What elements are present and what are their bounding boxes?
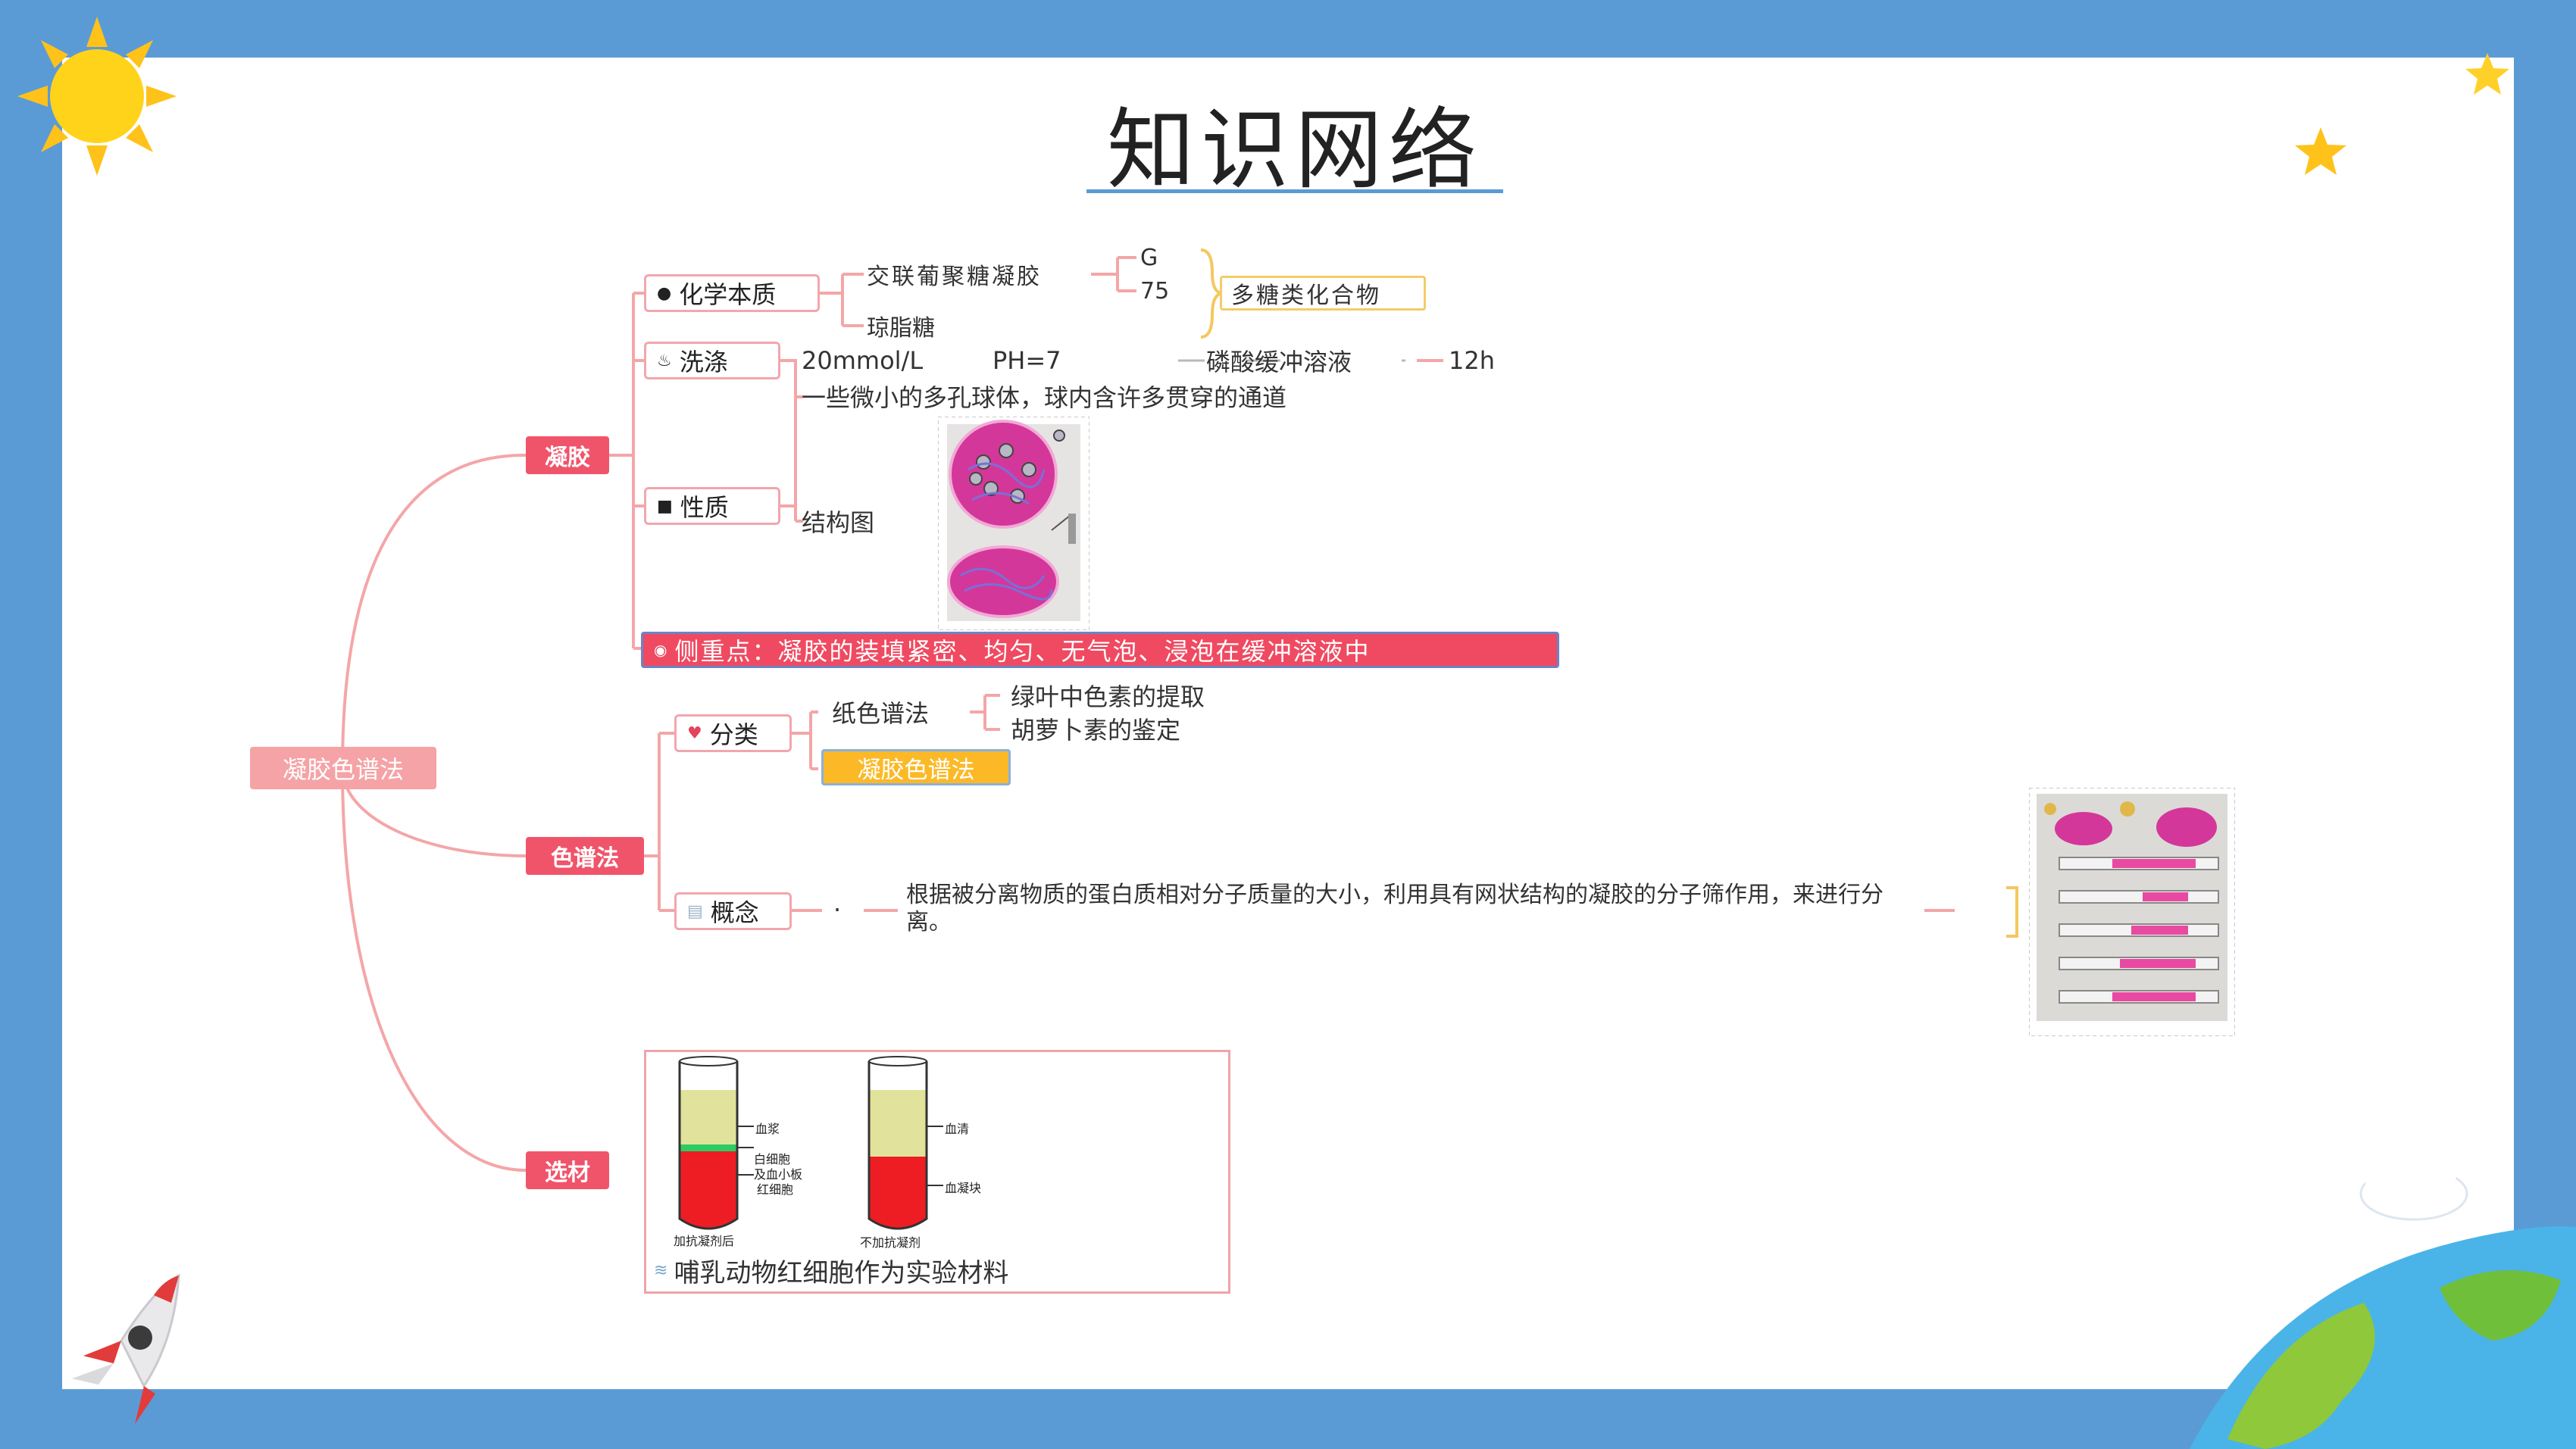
- gel-prop-label: 性质: [680, 493, 729, 522]
- gel-wash-node[interactable]: ♨ 洗涤: [644, 342, 780, 379]
- material-caption: 哺乳动物红细胞作为实验材料: [674, 1258, 1009, 1288]
- wave-icon: ≋: [654, 1261, 668, 1280]
- chromatography-image: [2029, 788, 2235, 1036]
- chrom-classify-node[interactable]: ♥ 分类: [674, 714, 792, 752]
- gel-chem-g: G: [1140, 244, 1158, 271]
- gel-wash-label: 洗涤: [679, 348, 728, 376]
- branch-gel[interactable]: 凝胶: [526, 436, 609, 474]
- label-plasma: 血浆: [755, 1122, 780, 1136]
- paper-item-1: 胡萝卜素的鉴定: [1011, 716, 1181, 745]
- gel-chem-label: 化学本质: [679, 280, 777, 309]
- concept-dot: ·: [833, 895, 842, 924]
- wash-buffer: 磷酸缓冲溶液: [1206, 348, 1352, 376]
- caption-tube2: 不加抗凝剂: [860, 1235, 921, 1250]
- focus-text: 侧重点：凝胶的装填紧密、均匀、无气泡、浸泡在缓冲溶液中: [674, 637, 1371, 666]
- blood-tubes-image: [678, 1056, 943, 1230]
- caption-tube1: 加抗凝剂后: [674, 1234, 735, 1248]
- prop-desc: 一些微小的多孔球体，球内含许多贯穿的通道: [802, 383, 1287, 412]
- paper-item-0: 绿叶中色素的提取: [1011, 682, 1205, 711]
- prop-structure: 结构图: [802, 508, 875, 537]
- label-clot: 血凝块: [945, 1181, 982, 1195]
- face-icon: ●: [657, 283, 672, 303]
- property-icon: ■: [657, 496, 673, 516]
- gel-chem-g75: 75: [1140, 277, 1170, 304]
- tube-no-anticoagulant: [868, 1056, 943, 1230]
- chrom-classify-label: 分类: [709, 720, 758, 749]
- label-rbc: 红细胞: [757, 1182, 794, 1197]
- wash-conc: 20mmol/L: [802, 346, 924, 375]
- focus-point[interactable]: ◉ 侧重点：凝胶的装填紧密、均匀、无气泡、浸泡在缓冲溶液中: [641, 632, 1559, 668]
- heart-icon: ♥: [687, 723, 702, 743]
- concept-text: 根据被分离物质的蛋白质相对分子质量的大小，利用具有网状结构的凝胶的分子筛作用，来…: [906, 882, 1884, 935]
- tube-anticoagulant: [678, 1056, 754, 1230]
- branch-chromatography[interactable]: 色谱法: [526, 837, 644, 875]
- mindmap-links: [341, 248, 2018, 1172]
- polysaccharide-tag[interactable]: 多糖类化合物: [1220, 276, 1426, 311]
- chrom-concept-label: 概念: [710, 898, 759, 927]
- gel-chem-item-1: 琼脂糖: [867, 315, 935, 342]
- gel-chem-node[interactable]: ● 化学本质: [644, 274, 820, 312]
- branch-material[interactable]: 选材: [526, 1151, 609, 1189]
- blood-tubes-box: 血浆 白细胞 及血小板 红细胞 加抗凝剂后 血清 血凝块 不加抗凝剂 ≋ 哺乳动…: [644, 1050, 1230, 1294]
- document-icon: ▤: [687, 901, 703, 921]
- focus-icon: ◉: [654, 641, 669, 659]
- root-node[interactable]: 凝胶色谱法: [250, 747, 436, 789]
- wash-icon: ♨: [657, 351, 672, 370]
- wash-ph: PH=7: [993, 346, 1061, 375]
- label-serum: 血清: [945, 1122, 970, 1136]
- gel-structure-image: [938, 417, 1089, 630]
- chrom-concept-node[interactable]: ▤ 概念: [674, 892, 792, 930]
- material-caption-row: ≋ 哺乳动物红细胞作为实验材料: [654, 1252, 1008, 1289]
- gel-chem-item-0: 交联葡聚糖凝胶: [867, 264, 1042, 290]
- slide: 知识网络 凝胶色谱法 凝胶 ● 化学本质 交联葡聚糖凝胶 琼脂糖 G 75 多糖…: [0, 0, 2576, 1449]
- wash-time: 12h: [1449, 346, 1495, 375]
- gel-chromatography-tag[interactable]: 凝胶色谱法: [821, 749, 1011, 785]
- paper-chromatography: 纸色谱法: [832, 699, 930, 728]
- gel-prop-node[interactable]: ■ 性质: [644, 487, 780, 525]
